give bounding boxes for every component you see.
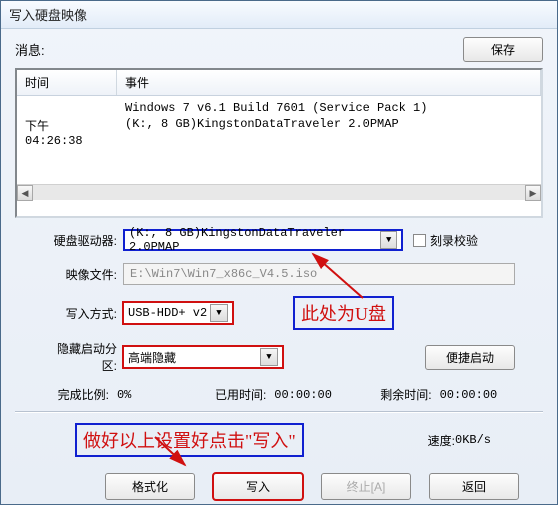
image-file-field[interactable]: E:\Win7\Win7_x86c_V4.5.iso [123,263,515,285]
log-panel: 时间 事件 Windows 7 v6.1 Build 7601 (Service… [15,68,543,218]
dropdown-arrow-icon[interactable]: ▼ [210,304,228,322]
scroll-track[interactable] [33,185,525,200]
verify-checkbox[interactable] [413,234,426,247]
back-button[interactable]: 返回 [429,473,519,500]
abort-button: 终止[A] [321,473,411,500]
window-titlebar: 写入硬盘映像 [1,1,557,29]
speed-value: 0KB/s [455,433,515,447]
log-column-event[interactable]: 事件 [117,70,541,95]
message-label: 消息: [15,40,463,59]
scroll-left-button[interactable]: ◀ [17,185,33,201]
elapsed-value: 00:00:00 [274,388,349,402]
log-cell-time: 下午 04:26:38 [17,116,117,149]
remain-value: 00:00:00 [440,388,515,402]
annotation-write-note: 做好以上设置好点击"写入" [75,423,304,457]
image-file-value: E:\Win7\Win7_x86c_V4.5.iso [130,267,317,281]
remain-label: 剩余时间: [366,386,432,403]
image-file-label: 映像文件: [43,266,123,283]
progress-label: 完成比例: [43,386,109,403]
log-row: 下午 04:26:38 (K:, 8 GB)KingstonDataTravel… [17,116,541,149]
log-cell-event: Windows 7 v6.1 Build 7601 (Service Pack … [117,100,541,116]
speed-label: 速度: [385,432,455,449]
convenient-boot-button[interactable]: 便捷启动 [425,345,515,370]
log-cell-event: (K:, 8 GB)KingstonDataTraveler 2.0PMAP [117,116,541,149]
write-mode-combobox[interactable]: USB-HDD+ v2 ▼ [123,302,233,324]
save-button[interactable]: 保存 [463,37,543,62]
dropdown-arrow-icon[interactable]: ▼ [380,231,397,249]
dropdown-arrow-icon[interactable]: ▼ [260,348,278,366]
log-row: Windows 7 v6.1 Build 7601 (Service Pack … [17,100,541,116]
elapsed-label: 已用时间: [200,386,266,403]
hidden-partition-value: 高端隐藏 [128,349,176,366]
log-cell-time [17,100,117,116]
horizontal-scrollbar[interactable]: ◀ ▶ [17,184,541,200]
drive-label: 硬盘驱动器: [43,232,123,249]
scroll-right-button[interactable]: ▶ [525,185,541,201]
log-column-time[interactable]: 时间 [17,70,117,95]
progress-value: 0% [117,388,192,402]
window-title: 写入硬盘映像 [9,5,87,24]
verify-label: 刻录校验 [430,232,478,249]
drive-combobox[interactable]: (K:, 8 GB)KingstonDataTraveler 2.0PMAP ▼ [123,229,403,251]
write-button[interactable]: 写入 [213,473,303,500]
write-mode-label: 写入方式: [43,305,123,322]
drive-value: (K:, 8 GB)KingstonDataTraveler 2.0PMAP [129,226,380,254]
annotation-drive-note: 此处为U盘 [293,296,394,330]
format-button[interactable]: 格式化 [105,473,195,500]
hidden-partition-combobox[interactable]: 高端隐藏 ▼ [123,346,283,368]
write-mode-value: USB-HDD+ v2 [128,306,207,320]
hidden-partition-label: 隐藏启动分区: [43,340,123,374]
